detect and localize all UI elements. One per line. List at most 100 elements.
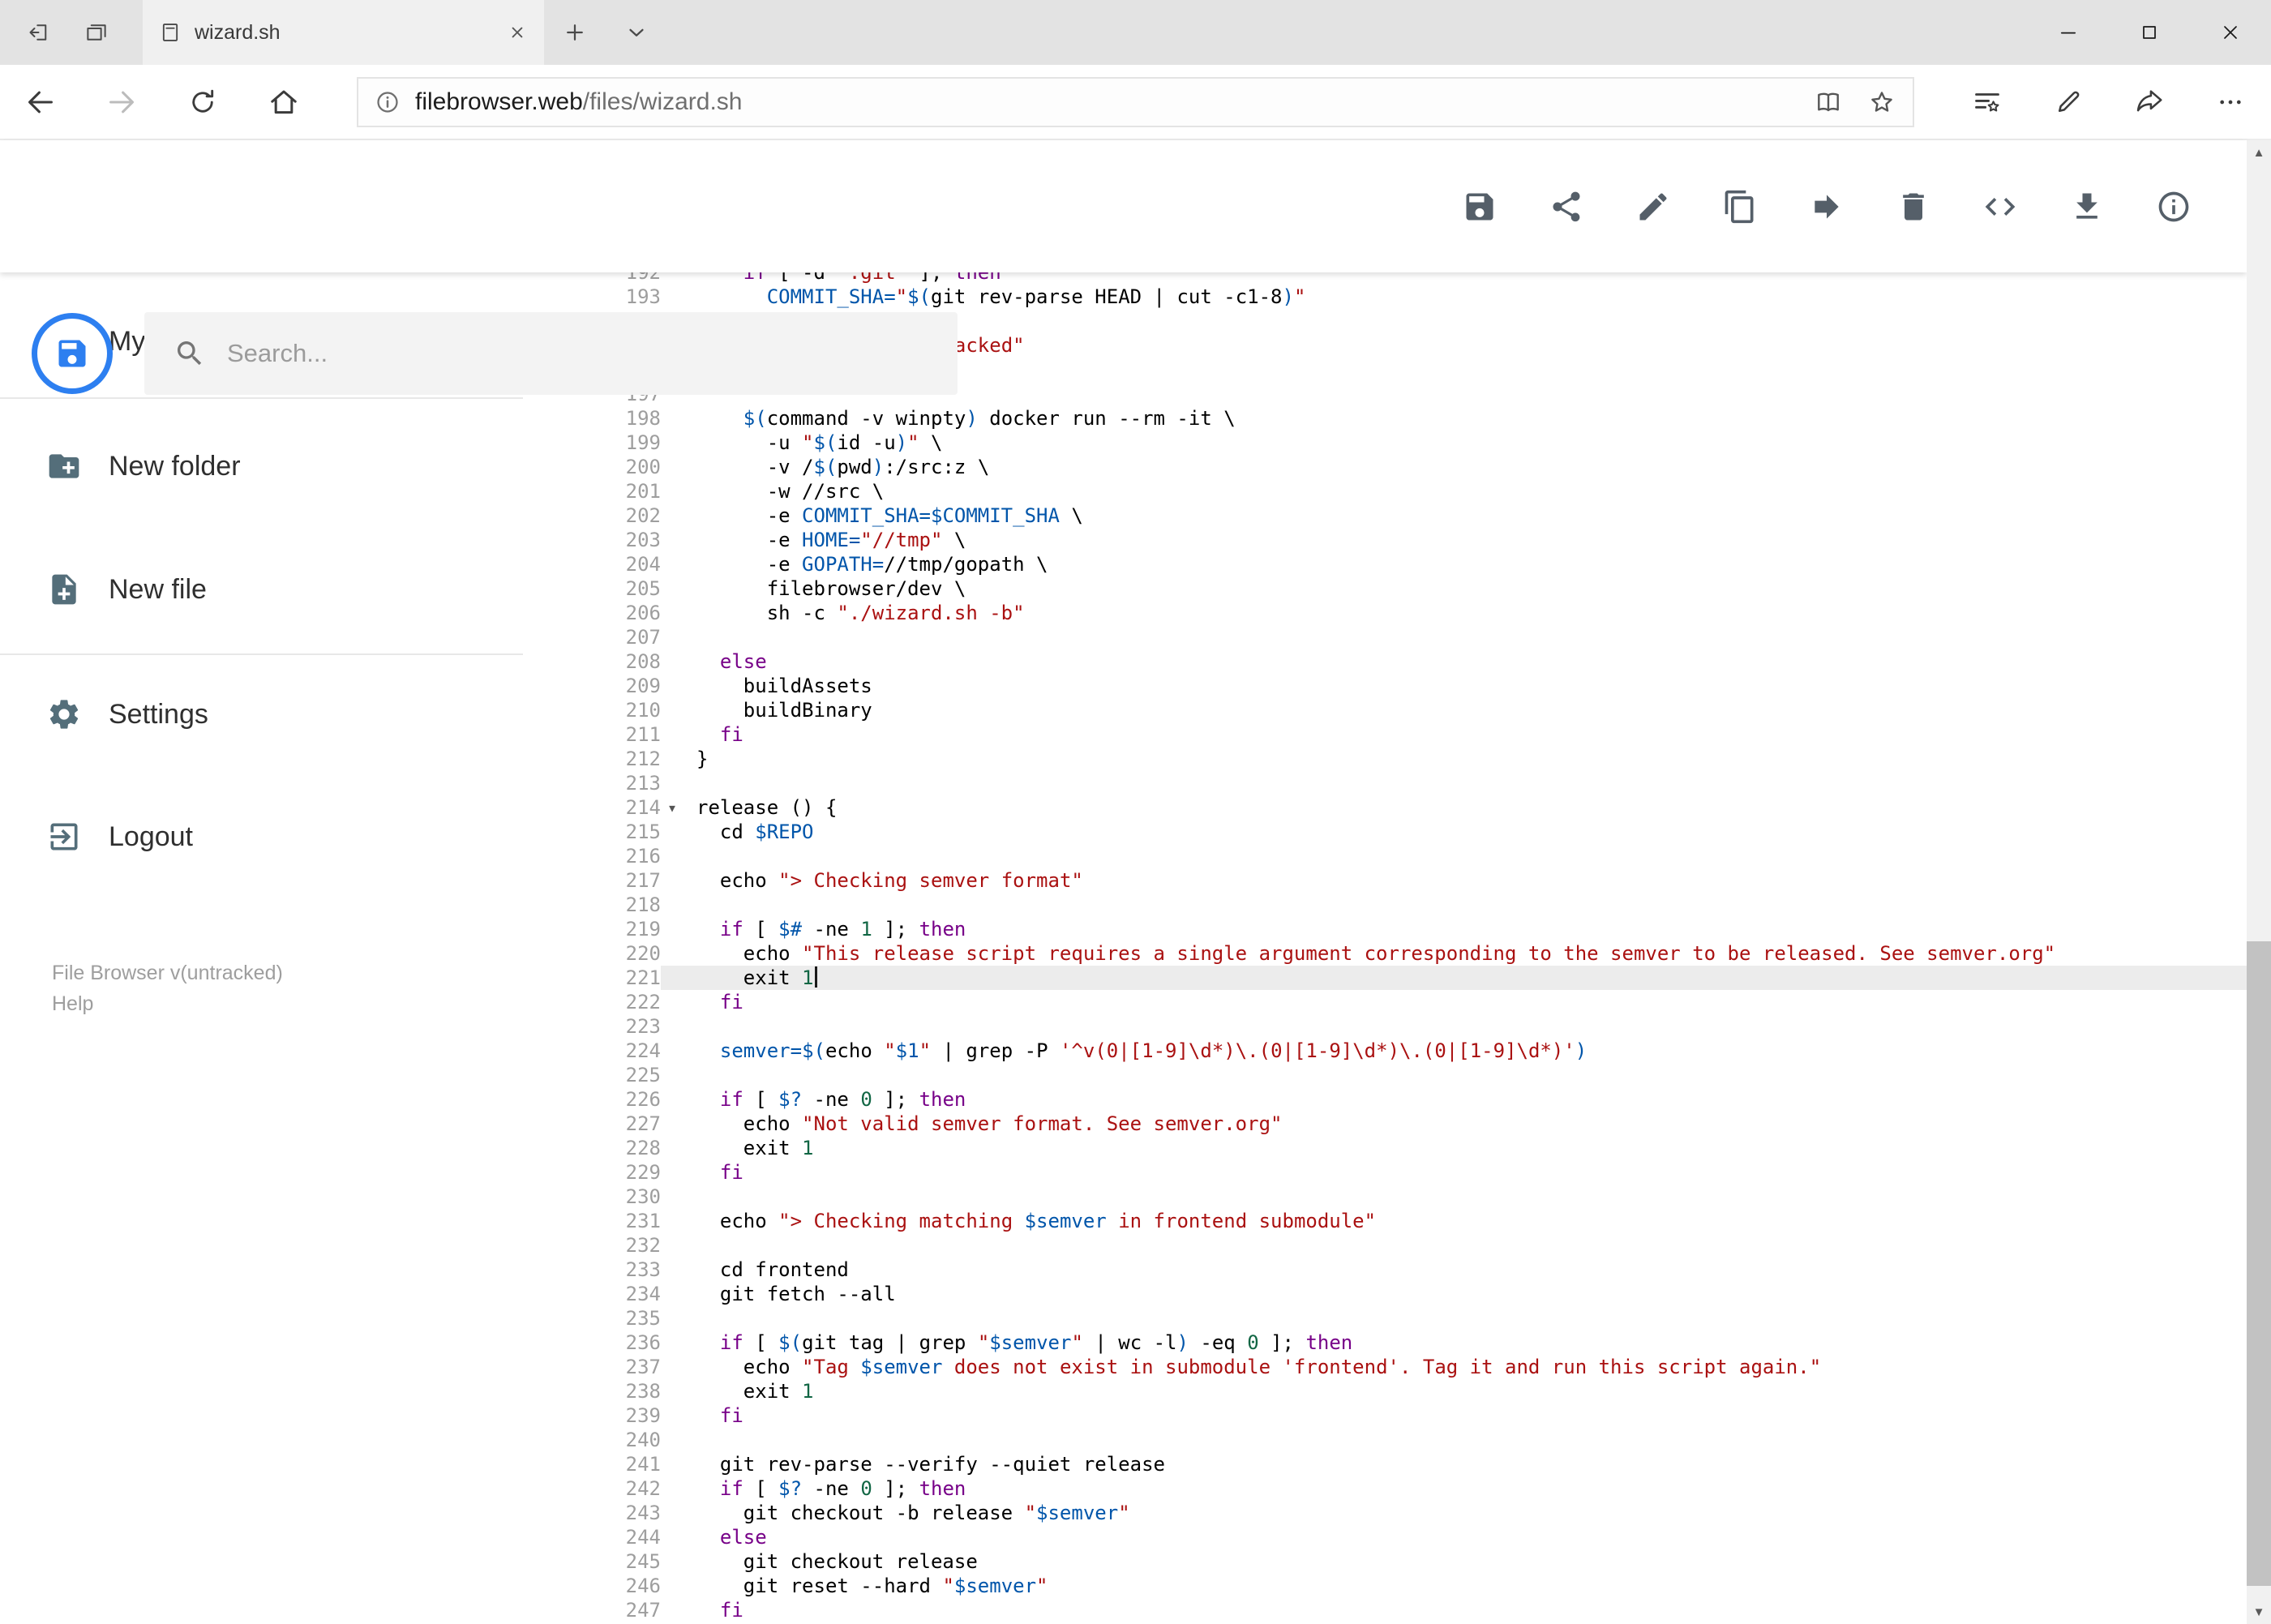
code-line[interactable]: 218 xyxy=(584,893,2247,917)
code-line[interactable]: 193 COMMIT_SHA="$(git rev-parse HEAD | c… xyxy=(584,285,2247,309)
favorite-star-icon[interactable] xyxy=(1867,88,1896,117)
code-line[interactable]: 204 -e GOPATH=//tmp/gopath \ xyxy=(584,552,2247,576)
code-line[interactable]: 247 fi xyxy=(584,1598,2247,1622)
site-info-icon[interactable] xyxy=(375,89,401,115)
move-button[interactable] xyxy=(1809,189,1845,225)
download-button[interactable] xyxy=(2069,189,2105,225)
code-line[interactable]: 209 buildAssets xyxy=(584,674,2247,698)
delete-button[interactable] xyxy=(1896,189,1931,225)
new-tab-button[interactable] xyxy=(544,0,606,65)
annotate-button[interactable] xyxy=(2028,65,2109,139)
code-line[interactable]: 245 git checkout release xyxy=(584,1549,2247,1574)
scroll-down-arrow-icon[interactable]: ▼ xyxy=(2247,1600,2271,1624)
address-bar[interactable]: filebrowser.web/files/wizard.sh xyxy=(357,76,1914,127)
maximize-button[interactable] xyxy=(2109,0,2190,65)
tab-preview-toggle[interactable] xyxy=(606,0,667,65)
code-line[interactable]: 192 if [ -d ".git" ]; then xyxy=(584,272,2247,285)
save-button[interactable] xyxy=(1462,189,1498,225)
page-scrollbar[interactable]: ▲ ▼ xyxy=(2247,140,2271,1624)
code-line[interactable]: 203 -e HOME="//tmp" \ xyxy=(584,528,2247,552)
search-input[interactable] xyxy=(227,339,949,368)
code-line[interactable]: 244 else xyxy=(584,1525,2247,1549)
fold-gutter xyxy=(661,747,696,771)
code-line[interactable]: 216 xyxy=(584,844,2247,868)
minimize-button[interactable] xyxy=(2028,0,2109,65)
code-line[interactable]: 207 xyxy=(584,625,2247,649)
fold-marker-icon[interactable]: ▾ xyxy=(661,795,696,820)
code-line[interactable]: 235 xyxy=(584,1306,2247,1330)
code-line[interactable]: 246 git reset --hard "$semver" xyxy=(584,1574,2247,1598)
code-line[interactable]: 205 filebrowser/dev \ xyxy=(584,576,2247,601)
help-link[interactable]: Help xyxy=(52,988,93,1019)
code-line[interactable]: 217 echo "> Checking semver format" xyxy=(584,868,2247,893)
code-line[interactable]: 241 git rev-parse --verify --quiet relea… xyxy=(584,1452,2247,1476)
code-line[interactable]: 228 exit 1 xyxy=(584,1136,2247,1160)
code-line[interactable]: 240 xyxy=(584,1428,2247,1452)
app-logo[interactable] xyxy=(32,313,113,394)
edit-button[interactable] xyxy=(1635,189,1671,225)
code-line[interactable]: 231 echo "> Checking matching $semver in… xyxy=(584,1209,2247,1233)
code-line[interactable]: 208 else xyxy=(584,649,2247,674)
code-line[interactable]: 214 ▾ release () { xyxy=(584,795,2247,820)
more-menu-button[interactable] xyxy=(2190,65,2271,139)
code-line[interactable]: 221 exit 1 xyxy=(584,966,2247,990)
code-line[interactable]: 224 semver=$(echo "$1" | grep -P '^v(0|[… xyxy=(584,1039,2247,1063)
code-line[interactable]: 232 xyxy=(584,1233,2247,1258)
share-button[interactable] xyxy=(2109,65,2190,139)
code-line[interactable]: 202 -e COMMIT_SHA=$COMMIT_SHA \ xyxy=(584,503,2247,528)
sidebar-item-logout[interactable]: Logout xyxy=(0,796,584,877)
code-line[interactable]: 211 fi xyxy=(584,722,2247,747)
set-tabs-aside-button[interactable] xyxy=(6,0,66,65)
code-line[interactable]: 242 if [ $? -ne 0 ]; then xyxy=(584,1476,2247,1501)
sidebar-item-new-folder[interactable]: New folder xyxy=(0,426,584,507)
forward-button[interactable] xyxy=(81,65,162,139)
code-line[interactable]: 215 cd $REPO xyxy=(584,820,2247,844)
code-line[interactable]: 237 echo "Tag $semver does not exist in … xyxy=(584,1355,2247,1379)
code-text: COMMIT_SHA="$(git rev-parse HEAD | cut -… xyxy=(766,285,1306,308)
home-button[interactable] xyxy=(243,65,324,139)
code-line[interactable]: 238 exit 1 xyxy=(584,1379,2247,1403)
code-line[interactable]: 219 if [ $# -ne 1 ]; then xyxy=(584,917,2247,941)
reading-view-icon[interactable] xyxy=(1814,88,1843,117)
sidebar-item-settings[interactable]: Settings xyxy=(0,674,584,755)
code-line[interactable]: 220 echo "This release script requires a… xyxy=(584,941,2247,966)
code-line[interactable]: 243 git checkout -b release "$semver" xyxy=(584,1501,2247,1525)
code-line[interactable]: 236 if [ $(git tag | grep "$semver" | wc… xyxy=(584,1330,2247,1355)
code-view-icon xyxy=(1982,189,2018,225)
close-window-button[interactable] xyxy=(2190,0,2271,65)
line-number: 206 xyxy=(625,602,661,624)
code-line[interactable]: 234 git fetch --all xyxy=(584,1282,2247,1306)
code-line[interactable]: 239 fi xyxy=(584,1403,2247,1428)
tab-close-icon[interactable] xyxy=(507,22,528,43)
code-line[interactable]: 201 -w //src \ xyxy=(584,479,2247,503)
code-line[interactable]: 226 if [ $? -ne 0 ]; then xyxy=(584,1087,2247,1112)
refresh-button[interactable] xyxy=(162,65,243,139)
back-button[interactable] xyxy=(0,65,81,139)
code-line[interactable]: 230 xyxy=(584,1185,2247,1209)
scroll-up-arrow-icon[interactable]: ▲ xyxy=(2247,140,2271,165)
code-line[interactable]: 212} xyxy=(584,747,2247,771)
code-line[interactable]: 227 echo "Not valid semver format. See s… xyxy=(584,1112,2247,1136)
code-line[interactable]: 233 cd frontend xyxy=(584,1258,2247,1282)
code-line[interactable]: 198 $(command -v winpty) docker run --rm… xyxy=(584,406,2247,431)
code-line[interactable]: 213 xyxy=(584,771,2247,795)
code-line[interactable]: 210 buildBinary xyxy=(584,698,2247,722)
hub-button[interactable] xyxy=(1947,65,2028,139)
code-line[interactable]: 206 sh -c "./wizard.sh -b" xyxy=(584,601,2247,625)
code-line[interactable]: 223 xyxy=(584,1014,2247,1039)
tabs-set-aside-button[interactable] xyxy=(66,0,126,65)
code-line[interactable]: 200 -v /$(pwd):/src:z \ xyxy=(584,455,2247,479)
search-box[interactable] xyxy=(144,312,958,395)
browser-tab[interactable]: wizard.sh xyxy=(143,0,544,65)
code-line[interactable]: 225 xyxy=(584,1063,2247,1087)
sidebar-item-new-file[interactable]: New file xyxy=(0,549,584,630)
code-line[interactable]: 199 -u "$(id -u)" \ xyxy=(584,431,2247,455)
code-view-button[interactable] xyxy=(1982,189,2018,225)
copy-button[interactable] xyxy=(1722,189,1758,225)
share-button[interactable] xyxy=(1549,189,1584,225)
scrollbar-thumb[interactable] xyxy=(2247,941,2271,1586)
code-line[interactable]: 222 fi xyxy=(584,990,2247,1014)
info-button[interactable] xyxy=(2156,189,2192,225)
code-line[interactable]: 229 fi xyxy=(584,1160,2247,1185)
code-text: -v /$(pwd):/src:z \ xyxy=(696,456,990,478)
